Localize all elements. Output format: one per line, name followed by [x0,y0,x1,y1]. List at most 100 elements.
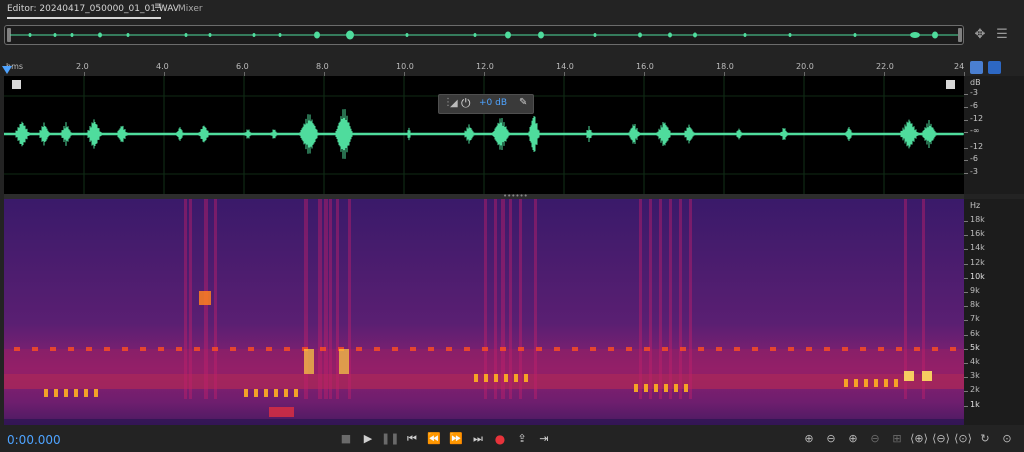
frequency-label: 2k [970,385,980,395]
spectral-energy [854,379,858,387]
zoom-selection-icon[interactable]: ⟨⊙⟩ [954,432,972,446]
spectral-energy [698,347,704,351]
zoom-out-point-icon[interactable]: ⟨⊖⟩ [932,432,950,446]
frequency-unit: Hz [970,201,981,210]
spectral-display[interactable] [4,199,964,425]
current-time[interactable]: 0:00.000 [7,433,61,447]
fast-forward-icon[interactable]: ⏩ [447,432,465,446]
frequency-label: 1k [970,399,980,409]
spectral-energy [860,347,866,351]
spectral-energy [374,347,380,351]
spectral-energy [54,389,58,397]
ruler-tick-label: 4.0 [156,62,169,71]
playhead-marker-icon[interactable] [0,66,14,76]
spectral-energy [669,199,672,399]
amplitude-tick [964,132,968,133]
spectral-energy [304,349,314,374]
pause-icon[interactable]: ❚❚ [381,432,399,446]
spectral-energy [806,347,812,351]
spectral-energy [770,347,776,351]
zoom-out-time-icon[interactable]: ⊖ [866,432,884,446]
spectral-energy [680,347,686,351]
volume-value: +0 dB [479,98,508,108]
spectral-energy [572,347,578,351]
spectral-energy [320,347,326,351]
skip-selection-icon[interactable]: ⇥ [535,432,553,446]
spectral-energy [590,347,596,351]
spectral-energy [68,347,74,351]
spectral-energy [874,379,878,387]
ruler-tick-label: 2.0 [76,62,89,71]
spectral-energy [464,347,470,351]
skip-to-end-icon[interactable]: ⏭ [469,432,487,446]
ruler-tick-label: 22.0 [876,62,894,71]
spectral-energy [158,347,164,351]
tab-menu-icon[interactable]: ≡ [154,1,162,12]
amplitude-tick [964,148,968,149]
volume-knob-icon[interactable]: ⏻ [461,96,471,111]
list-view-icon[interactable]: ☰ [994,27,1010,43]
spectral-energy [189,199,192,399]
spectral-energy [64,389,68,397]
record-icon[interactable]: ● [491,432,509,446]
ruler-tick-label: 20.0 [796,62,814,71]
zoom-reset-icon[interactable]: ↻ [976,432,994,446]
spectral-energy [878,347,884,351]
zoom-to-playhead-icon[interactable]: ⊙ [998,432,1016,446]
time-ruler[interactable]: hms 2.0 4.0 6.0 8.0 10.0 12.0 14.0 16.0 18.0 20.0… [4,59,965,76]
active-tab-indicator [7,17,161,19]
spectral-energy [14,347,20,351]
spectral-energy [689,199,692,399]
marker-toggle-button[interactable] [988,61,1001,74]
zoom-in-point-icon[interactable]: ⟨⊕⟩ [910,432,928,446]
spectrogram-canvas [4,199,964,425]
rewind-icon[interactable]: ⏪ [425,432,443,446]
spectral-energy [410,347,416,351]
spectral-energy [339,349,349,374]
overview-right-handle[interactable] [958,28,962,42]
spectral-energy [266,347,272,351]
spectral-energy [294,389,298,397]
splitter-grip-icon[interactable]: •••••• [503,193,528,200]
snap-toggle-button[interactable] [970,61,983,74]
play-icon[interactable]: ▶ [359,432,377,446]
loop-icon[interactable]: ⇪ [513,432,531,446]
overview-navigator[interactable] [4,25,964,45]
amplitude-tick [964,107,968,108]
zoom-out-full-icon[interactable]: ⊞ [888,432,906,446]
spectral-energy [654,384,658,392]
spectral-energy [504,374,508,382]
spectral-energy [176,347,182,351]
spectral-energy [254,389,258,397]
stop-icon[interactable]: ■ [337,432,355,446]
frequency-label: 4k [970,357,980,366]
spectral-energy [494,374,498,382]
pin-icon[interactable]: ✎ [519,97,527,108]
zoom-navigator-icon[interactable]: ✥ [972,27,988,43]
frequency-label: 18k [970,215,985,224]
spectral-energy [896,347,902,351]
spectral-energy [336,199,339,399]
fade-out-handle-icon[interactable] [946,80,955,89]
tab-mixer[interactable]: Mixer [178,3,203,15]
spectral-energy [318,199,322,399]
hud-volume[interactable]: ⋮ ◢ ⏻ +0 dB ✎ [438,94,534,114]
spectral-energy [122,347,128,351]
fade-in-handle-icon[interactable] [12,80,21,89]
frequency-tick [964,277,968,279]
spectral-energy [524,374,528,382]
zoom-out-amplitude-icon[interactable]: ⊖ [822,432,840,446]
spectral-energy [184,199,187,399]
spectral-energy [824,347,830,351]
amplitude-label: -12 [970,142,984,151]
spectral-energy [674,384,678,392]
skip-to-start-icon[interactable]: ⏮ [403,432,421,446]
spectral-energy [904,371,914,381]
zoom-in-time-icon[interactable]: ⊕ [844,432,862,446]
zoom-in-amplitude-icon[interactable]: ⊕ [800,432,818,446]
amplitude-label: -3 [970,88,978,97]
frequency-tick [964,249,968,251]
frequency-label: 12k [970,257,985,267]
spectral-energy [428,347,434,351]
frequency-tick [964,405,968,407]
